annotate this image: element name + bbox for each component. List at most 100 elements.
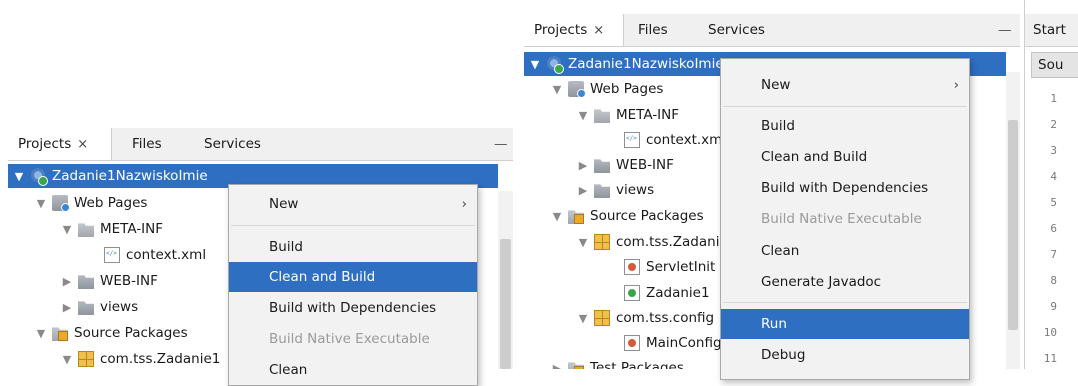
- left-context-menu: New › Build Clean and Build Build with D…: [228, 184, 478, 386]
- right-tab-services[interactable]: Services: [698, 14, 775, 46]
- menu-item-build-with-dependencies[interactable]: Build with Dependencies: [721, 173, 969, 203]
- line-number: 6: [1050, 222, 1057, 235]
- source-button[interactable]: Sou: [1031, 52, 1078, 78]
- expand-arrow-icon[interactable]: ▼: [576, 236, 590, 249]
- menu-item-label: Debug: [761, 347, 806, 363]
- left-tab-bar: Projects × Files Services —: [8, 128, 513, 161]
- menu-item-label: New: [761, 77, 791, 93]
- tree-row-label: ServletInit: [646, 259, 716, 275]
- menu-item-label: Clean and Build: [269, 269, 376, 285]
- line-number: 2: [1050, 118, 1057, 131]
- menu-item-clean[interactable]: Clean: [721, 236, 969, 266]
- source-packages-icon: [568, 210, 584, 224]
- collapsed-arrow-icon[interactable]: ▶: [60, 301, 74, 314]
- right-tab-services-label: Services: [708, 22, 765, 38]
- menu-item-label: Clean: [761, 243, 800, 259]
- collapsed-arrow-icon[interactable]: ▶: [576, 184, 590, 197]
- tree-row-label: MainConfig: [646, 335, 722, 351]
- minimize-icon[interactable]: —: [494, 128, 508, 160]
- expand-arrow-icon[interactable]: ▼: [60, 223, 74, 236]
- menu-item-build[interactable]: Build: [721, 111, 969, 141]
- line-number: 5: [1050, 196, 1057, 209]
- tree-row-label: Source Packages: [590, 208, 704, 224]
- left-tab-services-label: Services: [204, 136, 261, 152]
- tree-row-label: Source Packages: [74, 325, 188, 341]
- right-tab-projects-label: Projects: [534, 22, 588, 38]
- folder-icon: [594, 184, 610, 198]
- tree-row-label: Zadanie1NazwiskoImie: [52, 168, 208, 184]
- left-tab-files-label: Files: [132, 136, 162, 152]
- expand-arrow-icon[interactable]: ▼: [34, 197, 48, 210]
- editor-area: Start Sou 1 2 3 4 5 6 7 8 9 10 11: [1024, 0, 1078, 369]
- expand-arrow-icon[interactable]: ▼: [550, 210, 564, 223]
- close-icon[interactable]: ×: [593, 23, 604, 38]
- editor-tab-bar: Start: [1025, 14, 1078, 47]
- package-icon: [78, 351, 94, 367]
- menu-item-debug[interactable]: Debug: [721, 340, 969, 370]
- right-scrollbar-thumb[interactable]: [1008, 120, 1018, 330]
- right-tab-files[interactable]: Files: [628, 14, 678, 46]
- tree-row-label: com.tss.Zadanie1: [616, 234, 737, 250]
- java-servlet-icon: [624, 335, 640, 351]
- tree-row-label: com.tss.config: [616, 310, 715, 326]
- menu-item-new[interactable]: New ›: [229, 189, 477, 219]
- expand-arrow-icon[interactable]: ▼: [528, 58, 542, 71]
- tree-row-label: Web Pages: [74, 195, 148, 211]
- source-packages-icon: [52, 327, 68, 341]
- menu-item-build-with-dependencies[interactable]: Build with Dependencies: [229, 293, 477, 323]
- close-icon[interactable]: ×: [77, 137, 88, 152]
- menu-item-clean-and-build[interactable]: Clean and Build: [229, 262, 477, 292]
- project-icon: [546, 56, 564, 74]
- collapsed-arrow-icon[interactable]: ▶: [60, 275, 74, 288]
- line-number: 8: [1050, 274, 1057, 287]
- expand-arrow-icon[interactable]: ▼: [60, 353, 74, 366]
- package-icon: [594, 234, 610, 250]
- web-pages-icon: [52, 195, 70, 212]
- minimize-icon[interactable]: —: [998, 14, 1012, 46]
- left-tab-services[interactable]: Services: [194, 128, 271, 160]
- editor-tab-start[interactable]: Start: [1033, 22, 1066, 38]
- menu-item-label: Build with Dependencies: [269, 300, 437, 316]
- tree-row-label: Zadanie1: [646, 285, 710, 301]
- chevron-right-icon: ›: [953, 77, 959, 93]
- menu-item-label: Build with Dependencies: [761, 180, 929, 196]
- collapsed-arrow-icon[interactable]: ▶: [576, 159, 590, 172]
- left-tab-files[interactable]: Files: [122, 128, 172, 160]
- menu-item-clean[interactable]: Clean: [229, 355, 477, 385]
- line-number: 4: [1050, 170, 1057, 183]
- expand-arrow-icon[interactable]: ▼: [576, 109, 590, 122]
- menu-item-label: Build Native Executable: [269, 331, 430, 347]
- tree-row-label: META-INF: [100, 221, 164, 237]
- tree-row-label: Web Pages: [590, 81, 664, 97]
- menu-item-run[interactable]: Run: [721, 309, 969, 339]
- menu-item-new[interactable]: New ›: [721, 70, 969, 100]
- folder-icon: [594, 159, 610, 173]
- left-scrollbar[interactable]: [498, 191, 513, 369]
- menu-item-generate-javadoc[interactable]: Generate Javadoc: [721, 267, 969, 297]
- menu-item-label: Run: [761, 316, 787, 332]
- menu-item-label: Generate Javadoc: [761, 274, 882, 290]
- tree-row-label: WEB-INF: [616, 157, 674, 173]
- expand-arrow-icon[interactable]: ▼: [34, 327, 48, 340]
- menu-item-label: Build: [761, 118, 795, 134]
- expand-arrow-icon[interactable]: ▼: [576, 312, 590, 325]
- folder-icon: [78, 301, 94, 315]
- xml-file-icon: [624, 132, 640, 148]
- right-scrollbar[interactable]: [1006, 72, 1020, 369]
- menu-item-build[interactable]: Build: [229, 232, 477, 262]
- right-tab-bar: Projects × Files Services —: [524, 14, 1020, 47]
- collapsed-arrow-icon[interactable]: ▶: [550, 362, 564, 370]
- menu-item-label: New: [269, 196, 299, 212]
- right-tab-projects[interactable]: Projects ×: [524, 14, 624, 46]
- menu-item-build-native-executable: Build Native Executable: [229, 324, 477, 354]
- chevron-right-icon: ›: [461, 196, 467, 212]
- java-servlet-icon: [624, 259, 640, 275]
- expand-arrow-icon[interactable]: ▼: [550, 83, 564, 96]
- expand-arrow-icon[interactable]: ▼: [12, 170, 26, 183]
- menu-separator: [723, 106, 967, 107]
- menu-item-label: Build Native Executable: [761, 211, 922, 227]
- tree-row-label: context.xml: [126, 247, 207, 263]
- menu-item-clean-and-build[interactable]: Clean and Build: [721, 142, 969, 172]
- left-tab-projects[interactable]: Projects ×: [8, 128, 112, 160]
- left-scrollbar-thumb[interactable]: [500, 239, 511, 369]
